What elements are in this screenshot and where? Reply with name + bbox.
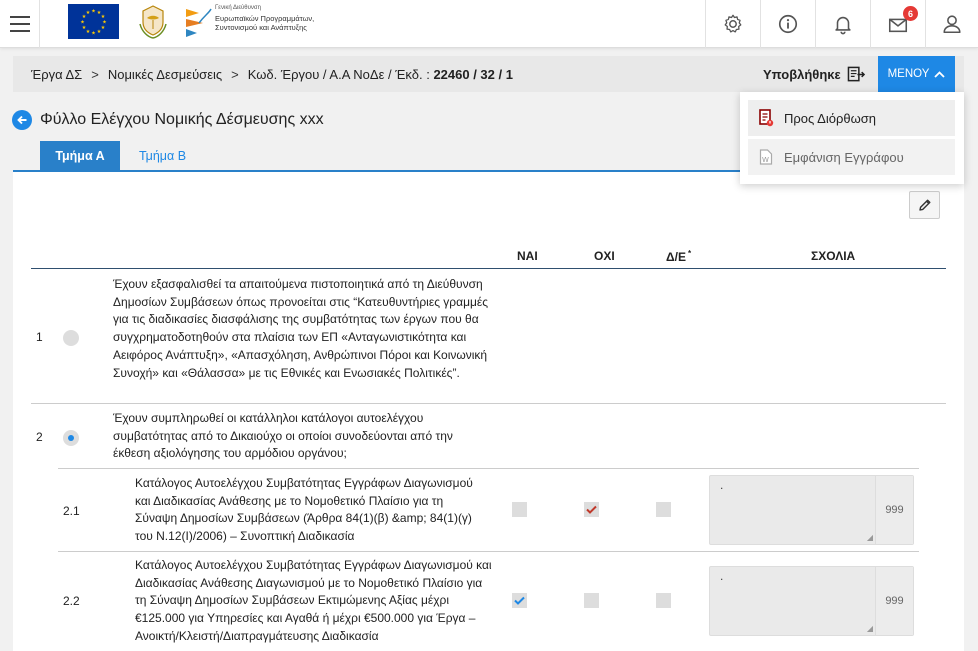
row-number: 1 <box>36 330 43 344</box>
breadcrumb: Έργα ΔΣ > Νομικές Δεσμεύσεις > Κωδ. Έργου / … <box>31 67 513 82</box>
breadcrumb-separator: > <box>91 67 99 82</box>
row-divider <box>58 468 919 469</box>
mail-badge: 6 <box>903 6 918 21</box>
menu-item-label: Προς Διόρθωση <box>784 110 877 126</box>
breadcrumb-item-projects[interactable]: Έργα ΔΣ <box>31 67 82 82</box>
hamburger-menu-icon[interactable] <box>0 0 40 48</box>
menu-dropdown: Προς Διόρθωση W Εμφάνιση Εγγράφου <box>740 92 964 184</box>
top-bar: ★ ★ ★ ★ ★ ★ ★ ★ ★ ★ ★ ★ Γενική Διεύθυνση Ευρωπαϊ… <box>0 0 978 48</box>
breadcrumb-item-code-label: Κωδ. Έργου / Α.Α ΝοΔε / Έκδ. : <box>247 67 430 82</box>
svg-text:★: ★ <box>86 10 91 16</box>
svg-text:W: W <box>762 156 769 164</box>
logo-line-1: Γενική Διεύθυνση <box>215 5 261 11</box>
breadcrumb-item-code-value: 22460 / 32 / 1 <box>433 67 513 82</box>
info-button[interactable] <box>760 0 815 48</box>
resize-grip-icon[interactable]: ◢ <box>867 624 873 633</box>
char-counter: 999 <box>875 476 913 544</box>
row-divider <box>58 551 919 552</box>
checkmark-icon <box>586 505 597 514</box>
chevron-up-icon <box>934 71 946 78</box>
status-submitted: Υποβλήθηκε <box>763 66 866 83</box>
svg-text:★: ★ <box>101 25 106 31</box>
bell-icon <box>835 16 851 35</box>
menu-button-label: ΜΕΝΟΥ <box>887 68 930 80</box>
column-header-na-footnote-mark: * <box>687 249 692 258</box>
messages-button[interactable]: 6 <box>870 0 925 48</box>
edit-button[interactable] <box>909 191 940 219</box>
svg-text:★: ★ <box>80 20 85 26</box>
pdf-flag-icon <box>758 109 774 127</box>
column-header-na-label: Δ/Ε <box>666 250 686 264</box>
svg-text:★: ★ <box>82 25 87 31</box>
column-header-comments: ΣΧΟΛΙΑ <box>811 249 856 263</box>
subrow-2-2-yes-checkbox[interactable] <box>512 593 527 608</box>
breadcrumb-item-legal-commitments[interactable]: Νομικές Δεσμεύσεις <box>108 67 222 82</box>
row-1-radio[interactable] <box>63 330 79 346</box>
notifications-button[interactable] <box>815 0 870 48</box>
directorate-logo: Γενική Διεύθυνση Ευρωπαϊκών Προγραμμάτων… <box>183 3 333 43</box>
subrow-2-1-comment-field[interactable]: . ◢ 999 <box>709 475 914 545</box>
menu-item-label: Εμφάνιση Εγγράφου <box>784 149 904 165</box>
eu-flag-logo: ★ ★ ★ ★ ★ ★ ★ ★ ★ ★ ★ ★ <box>68 4 119 39</box>
tab-section-b[interactable]: Τμήμα Β <box>120 141 205 170</box>
cyprus-emblem-logo <box>134 2 172 40</box>
row-number: 2 <box>36 430 43 444</box>
row-1-question: Έχουν εξασφαλισθεί τα απαιτούμενα πιστοπ… <box>113 277 489 380</box>
pencil-icon <box>918 199 930 211</box>
subrow-number: 2.1 <box>63 504 80 518</box>
subrow-2-2-comment-field[interactable]: . ◢ 999 <box>709 566 914 636</box>
menu-button[interactable]: ΜΕΝΟΥ <box>878 56 955 92</box>
checklist-panel: ΝΑΙ ΟΧΙ Δ/Ε * ΣΧΟΛΙΑ 1 Έχουν εξασφαλισθεί… <box>13 172 964 651</box>
resize-grip-icon[interactable]: ◢ <box>867 533 873 542</box>
subrow-2-1-na-checkbox[interactable] <box>656 502 671 517</box>
word-doc-icon: W <box>758 148 774 166</box>
logo-line-3: Συντονισμού και Ανάπτυξης <box>215 23 307 32</box>
subrow-2-1-yes-checkbox[interactable] <box>512 502 527 517</box>
subrow-number: 2.2 <box>63 594 80 608</box>
menu-item-show-document[interactable]: W Εμφάνιση Εγγράφου <box>748 139 955 175</box>
user-icon <box>943 15 961 34</box>
header-divider <box>31 268 946 269</box>
column-header-na: Δ/Ε * <box>666 249 691 264</box>
tab-section-a[interactable]: Τμήμα Α <box>40 141 120 170</box>
logo-line-2: Ευρωπαϊκών Προγραμμάτων, <box>215 13 315 23</box>
breadcrumb-separator: > <box>231 67 239 82</box>
svg-text:★: ★ <box>86 29 91 35</box>
submit-document-icon <box>847 66 865 82</box>
subrow-2-2-no-checkbox[interactable] <box>584 593 599 608</box>
svg-text:★: ★ <box>97 29 102 35</box>
column-header-yes: ΝΑΙ <box>517 249 538 263</box>
info-icon <box>778 14 798 34</box>
subrow-2-2-na-checkbox[interactable] <box>656 593 671 608</box>
row-2-radio[interactable] <box>63 430 79 446</box>
menu-item-for-correction[interactable]: Προς Διόρθωση <box>748 100 955 136</box>
gear-icon <box>724 14 742 33</box>
comment-text: . <box>720 478 724 492</box>
user-button[interactable] <box>925 0 978 48</box>
status-label: Υποβλήθηκε <box>763 67 841 82</box>
checkmark-icon <box>514 596 525 605</box>
breadcrumb-bar: Έργα ΔΣ > Νομικές Δεσμεύσεις > Κωδ. Έργου / … <box>13 56 964 92</box>
subrow-2-2-question: Κατάλογος Αυτοελέγχου Συμβατότητας Εγγρά… <box>135 558 492 643</box>
row-2-question: Έχουν συμπληρωθεί οι κατάλληλοι κατάλογο… <box>113 411 453 461</box>
back-arrow-icon[interactable] <box>12 110 32 130</box>
page-title: Φύλλο Ελέγχου Νομικής Δέσμευσης xxx <box>40 111 324 128</box>
directorate-logo-text: Γενική Διεύθυνση Ευρωπαϊκών Προγραμμάτων… <box>215 4 314 33</box>
char-counter: 999 <box>875 567 913 635</box>
subrow-2-1-no-checkbox[interactable] <box>584 502 599 517</box>
comment-text: . <box>720 569 724 583</box>
subrow-2-1-question: Κατάλογος Αυτοελέγχου Συμβατότητας Εγγρά… <box>135 476 473 544</box>
row-divider <box>31 403 946 404</box>
column-header-no: ΟΧΙ <box>594 249 615 263</box>
svg-text:★: ★ <box>91 31 96 37</box>
settings-button[interactable] <box>705 0 760 48</box>
svg-text:★: ★ <box>91 9 96 15</box>
